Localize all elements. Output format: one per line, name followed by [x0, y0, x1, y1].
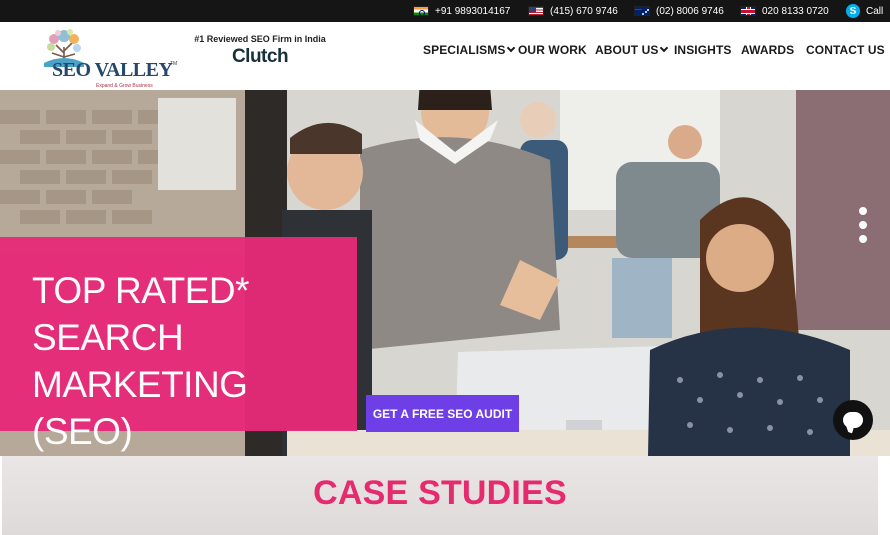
- logo-wordmark: SEO VALLEY: [52, 59, 173, 81]
- chevron-down-icon: [507, 43, 516, 53]
- contact-india[interactable]: +91 9893014167: [413, 0, 510, 22]
- slider-dots: [859, 207, 867, 249]
- hero-banner: TOP RATED* SEARCH MARKETING (SEO) AGENCY…: [0, 90, 890, 456]
- india-flag-icon: [413, 6, 429, 16]
- contact-australia[interactable]: (02) 8006 9746: [634, 0, 724, 22]
- nav-insights-label: INSIGHTS: [674, 43, 732, 57]
- site-header: SEO VALLEY TM Expand & Grow Business #1 …: [0, 22, 890, 90]
- chat-bubble-icon: [843, 412, 863, 428]
- contact-uk[interactable]: 020 8133 0720: [740, 0, 829, 22]
- nav-insights[interactable]: INSIGHTS: [674, 43, 731, 57]
- logo-tagline: Expand & Grow Business: [96, 83, 153, 89]
- skype-call-label: Call: [866, 5, 884, 17]
- case-studies-section: CASE STUDIES: [0, 456, 890, 535]
- nav-about-us[interactable]: ABOUT US: [595, 43, 669, 57]
- nav-specialisms-label: SPECIALISMS: [423, 43, 506, 57]
- chat-widget-button[interactable]: [833, 400, 873, 440]
- case-studies-title: CASE STUDIES: [313, 474, 567, 512]
- nav-awards-label: AWARDS: [741, 43, 795, 57]
- usa-flag-icon: [528, 6, 544, 16]
- contact-uk-phone: 020 8133 0720: [762, 5, 829, 17]
- slider-dot[interactable]: [859, 235, 867, 243]
- nav-about-us-label: ABOUT US: [595, 43, 659, 57]
- logo-trademark: TM: [170, 61, 178, 67]
- contact-usa[interactable]: (415) 670 9746: [528, 0, 618, 22]
- skype-icon: S: [846, 4, 860, 18]
- nav-contact-us-label: CONTACT US: [806, 43, 885, 57]
- uk-flag-icon: [740, 6, 756, 16]
- australia-flag-icon: [634, 6, 650, 16]
- hero-title-panel: TOP RATED* SEARCH MARKETING (SEO) AGENCY…: [0, 237, 357, 452]
- top-contact-bar: +91 9893014167 (415) 670 9746 (02) 8006 …: [0, 0, 890, 22]
- clutch-label: Clutch: [231, 46, 289, 67]
- nav-our-work[interactable]: OUR WORK: [518, 43, 587, 57]
- clutch-award-badge[interactable]: #1 Reviewed SEO Firm in India Clutch: [190, 34, 330, 68]
- nav-specialisms[interactable]: SPECIALISMS: [423, 43, 516, 57]
- award-line: #1 Reviewed SEO Firm in India: [194, 34, 326, 44]
- contact-australia-phone: (02) 8006 9746: [656, 5, 724, 17]
- skype-call-link[interactable]: S Call: [846, 0, 883, 22]
- contact-usa-phone: (415) 670 9746: [550, 5, 618, 17]
- contact-india-phone: +91 9893014167: [435, 5, 511, 17]
- chevron-down-icon: [660, 43, 669, 53]
- slider-dot[interactable]: [859, 221, 867, 229]
- seo-valley-logo[interactable]: SEO VALLEY TM Expand & Grow Business: [38, 27, 188, 89]
- slider-dot[interactable]: [859, 207, 867, 215]
- hero-title: TOP RATED* SEARCH MARKETING (SEO) AGENCY…: [32, 270, 250, 452]
- nav-our-work-label: OUR WORK: [518, 43, 587, 57]
- nav-awards[interactable]: AWARDS: [741, 43, 794, 57]
- free-seo-audit-label: GET A FREE SEO AUDIT: [372, 406, 513, 421]
- clutch-logo: Clutch: [190, 46, 330, 68]
- free-seo-audit-button[interactable]: GET A FREE SEO AUDIT: [366, 395, 519, 432]
- nav-contact-us[interactable]: CONTACT US: [806, 43, 885, 57]
